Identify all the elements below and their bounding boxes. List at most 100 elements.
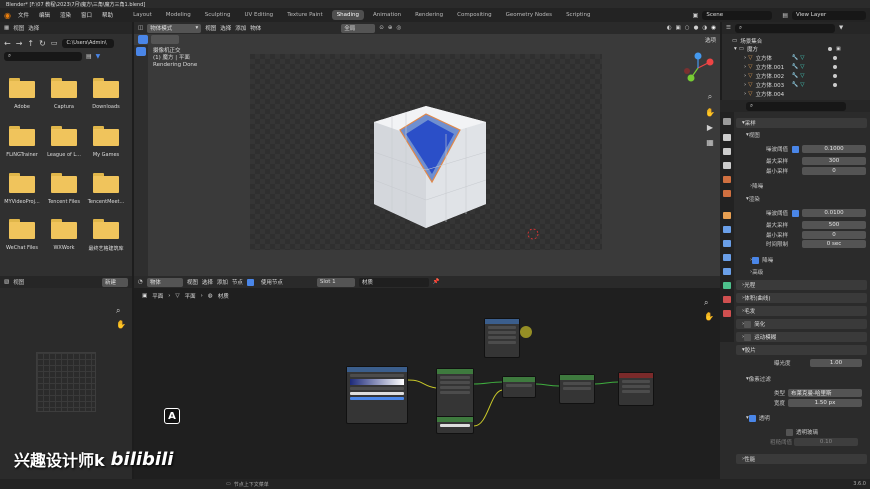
section-light-paths[interactable]: › 光程: [736, 280, 867, 290]
menu-edit[interactable]: 编辑: [36, 11, 53, 19]
scene-collection-row[interactable]: ▭ 场景集合: [732, 37, 762, 45]
r-max-samples-field[interactable]: 500: [802, 221, 866, 229]
modifier-tab-icon[interactable]: [723, 226, 731, 233]
particles-tab-icon[interactable]: [723, 240, 731, 247]
select-box-icon[interactable]: [138, 35, 148, 44]
tab-rendering[interactable]: Rendering: [410, 10, 448, 20]
overlay-icon[interactable]: ◐: [667, 25, 672, 31]
r-noise-threshold-field[interactable]: 0.0100: [802, 209, 866, 217]
list-item[interactable]: League of L...: [42, 126, 86, 158]
eye-icon[interactable]: [832, 83, 837, 87]
section-film[interactable]: ▾ 胶片: [736, 345, 867, 355]
outliner-search[interactable]: ⌕: [734, 23, 835, 33]
view-layer-tab-icon[interactable]: [723, 162, 731, 169]
subsection-render[interactable]: ▾ 渲染: [746, 195, 760, 203]
transparent-checkbox[interactable]: [748, 414, 756, 422]
tab-layout[interactable]: Layout: [128, 10, 157, 20]
material-tab-icon[interactable]: [723, 296, 731, 303]
data-tab-icon[interactable]: [723, 282, 731, 289]
simplify-checkbox[interactable]: [744, 320, 752, 328]
filter-type-selector[interactable]: 布莱克曼-哈里斯: [788, 389, 862, 397]
shader-node-editor[interactable]: ◔ 物体 视图 选择 添加 节点 使用节点 Slot 1 材质 📌 ▣ 平面 ›…: [134, 276, 720, 479]
list-item[interactable]: WXWork: [42, 219, 86, 251]
vp-max-samples-field[interactable]: 300: [802, 157, 866, 165]
viewport-menu-select[interactable]: 选择: [220, 24, 231, 32]
shading-wire-icon[interactable]: ○: [685, 25, 690, 31]
shading-material-icon[interactable]: ◑: [702, 25, 707, 31]
tab-compositing[interactable]: Compositing: [452, 10, 496, 20]
tab-texture-paint[interactable]: Texture Paint: [282, 10, 328, 20]
editor-type-icon[interactable]: ◫: [138, 25, 143, 31]
tab-sculpting[interactable]: Sculpting: [200, 10, 236, 20]
refresh-icon[interactable]: ↻: [39, 39, 46, 48]
zoom-icon[interactable]: ⌕: [116, 306, 120, 316]
list-item[interactable]: Adobe: [0, 78, 44, 110]
proportional-edit-icon[interactable]: ◎: [396, 25, 401, 31]
list-item[interactable]: FLiNGTrainer: [0, 126, 44, 158]
filter-width-field[interactable]: 1.50 px: [788, 399, 862, 407]
outliner-item[interactable]: › ▽ 立方体.003 🔧 ▽: [744, 81, 837, 89]
editor-type-icon[interactable]: ▦: [4, 25, 9, 31]
list-item[interactable]: TencentMeet...: [84, 173, 128, 205]
navigation-gizmo[interactable]: [682, 52, 714, 84]
roughness-threshold-field[interactable]: 0.10: [794, 438, 858, 446]
output-tab-icon[interactable]: [723, 148, 731, 155]
subsection-pixel-filter[interactable]: ▾ 像素过滤: [746, 375, 771, 383]
eye-icon[interactable]: [827, 47, 832, 51]
list-item[interactable]: MYVideoProj...: [0, 173, 44, 205]
back-arrow-icon[interactable]: ←: [4, 39, 11, 48]
eye-icon[interactable]: [832, 74, 837, 78]
filter-icon[interactable]: ▼: [839, 25, 843, 31]
mode-selector[interactable]: 物体模式 ▾: [147, 23, 202, 33]
collection-row[interactable]: ▾ ▭ 魔方 ▣: [734, 45, 841, 53]
subsection-transparent[interactable]: ▾ 透明: [746, 414, 770, 422]
menu-window[interactable]: 窗口: [78, 11, 95, 19]
outliner-item[interactable]: › ▽ 立方体.001 🔧 ▽: [744, 63, 837, 71]
render-tab-icon[interactable]: [723, 134, 731, 141]
xray-icon[interactable]: ▣: [676, 25, 681, 31]
grid-view-icon[interactable]: ▦: [706, 138, 714, 147]
section-simplify[interactable]: › 简化: [736, 319, 867, 329]
hand-pan-icon[interactable]: ✋: [704, 312, 714, 321]
file-browser-menu-view[interactable]: 视图: [13, 24, 24, 32]
noise-threshold-checkbox[interactable]: [792, 145, 799, 153]
hand-pan-icon[interactable]: ✋: [705, 108, 715, 117]
blender-logo-icon[interactable]: ◉: [4, 11, 11, 20]
zoom-icon[interactable]: ⌕: [708, 92, 712, 102]
subsection-denoise-render[interactable]: › 降噪: [750, 256, 773, 264]
physics-tab-icon[interactable]: [723, 254, 731, 261]
section-volumes[interactable]: › 体积(曲线): [736, 293, 867, 303]
tab-shading[interactable]: Shading: [331, 10, 365, 20]
tab-geometry-nodes[interactable]: Geometry Nodes: [501, 10, 557, 20]
outliner-item[interactable]: › ▽ 立方体.004: [744, 90, 784, 98]
menu-render[interactable]: 渲染: [57, 11, 74, 19]
subsection-denoise[interactable]: › 降噪: [750, 182, 763, 190]
world-tab-icon[interactable]: [723, 190, 731, 197]
list-item[interactable]: Captura: [42, 78, 86, 110]
denoise-checkbox[interactable]: [752, 256, 760, 264]
section-performance[interactable]: › 性能: [736, 454, 867, 464]
tool-tab-icon[interactable]: [723, 118, 731, 125]
subsection-viewport[interactable]: ▾ 视图: [746, 131, 760, 139]
time-limit-field[interactable]: 0 sec: [802, 240, 866, 248]
viewport-menu-view[interactable]: 视图: [205, 24, 216, 32]
filter-icon[interactable]: ▼: [96, 53, 101, 60]
tab-modeling[interactable]: Modeling: [161, 10, 196, 20]
eye-icon[interactable]: [832, 65, 837, 69]
scene-tab-icon[interactable]: [723, 176, 731, 183]
list-item[interactable]: Downloads: [84, 78, 128, 110]
viewport-options[interactable]: 选项: [705, 36, 716, 44]
vp-min-samples-field[interactable]: 0: [802, 167, 866, 175]
select-mode-buttons[interactable]: [151, 35, 179, 44]
3d-viewport[interactable]: ◫ 物体模式 ▾ 视图 选择 添加 物体 全局 ⊙ ⊕ ◎ ◐ ▣ ○ ● ◑ ◉…: [134, 22, 720, 276]
shading-render-icon[interactable]: ◉: [711, 25, 716, 31]
transform-orientation[interactable]: 全局: [341, 23, 376, 33]
file-browser-menu-select[interactable]: 选择: [28, 24, 39, 32]
outliner-item[interactable]: › ▽ 立方体.002 🔧 ▽: [744, 72, 837, 80]
viewport-menu-object[interactable]: 物体: [250, 24, 261, 32]
list-item[interactable]: Tencent Files: [42, 173, 86, 205]
constraints-tab-icon[interactable]: [723, 268, 731, 275]
menu-file[interactable]: 文件: [15, 11, 32, 19]
tab-animation[interactable]: Animation: [368, 10, 406, 20]
subsection-advanced[interactable]: › 高级: [750, 268, 763, 276]
